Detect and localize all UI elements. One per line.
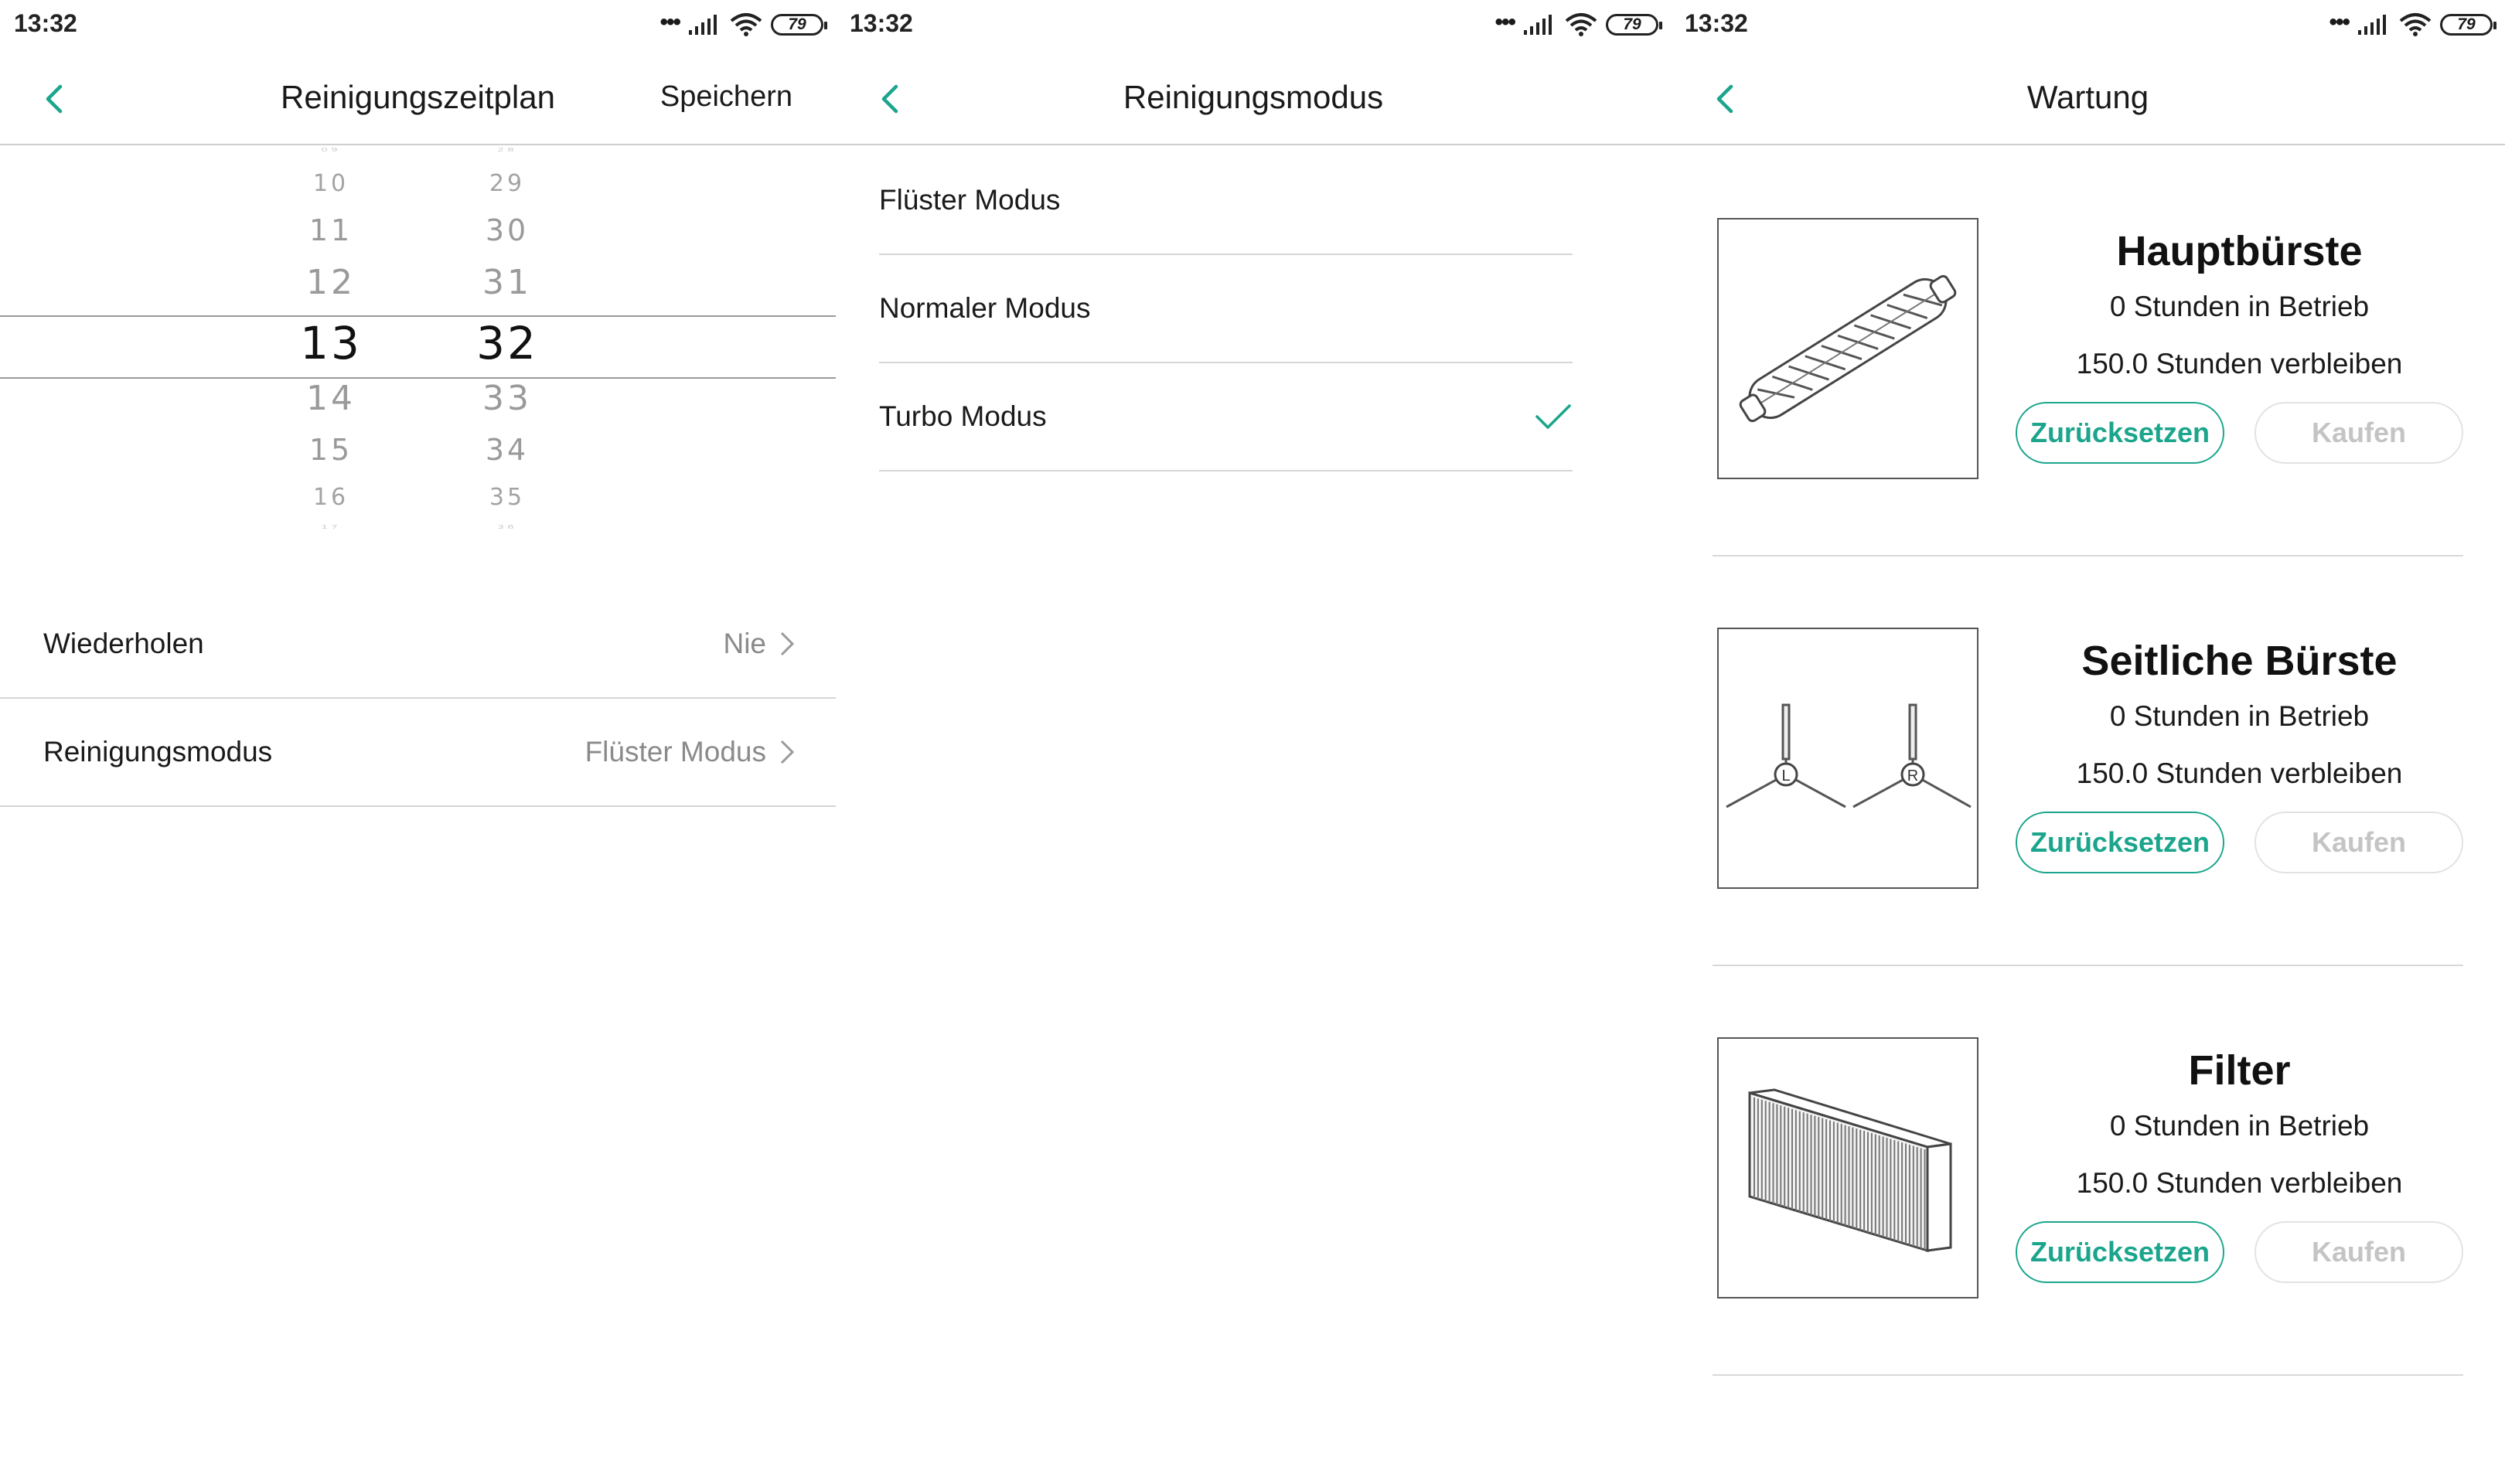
- selected-hour[interactable]: 13: [254, 317, 408, 369]
- picker-selection-top: [0, 315, 836, 317]
- mode-option-whisper[interactable]: Flüster Modus: [879, 147, 1573, 255]
- status-time: 13:32: [1685, 9, 1748, 37]
- more-dots-icon: •••: [1494, 9, 1515, 35]
- hours-remaining: 150.0 Stunden verbleiben: [2076, 348, 2403, 380]
- main-brush-icon: [1717, 218, 1978, 479]
- status-bar: 13:32 ••• 79: [836, 0, 1671, 51]
- mode-option-label: Flüster Modus: [879, 184, 1061, 216]
- mode-option-label: Normaler Modus: [879, 292, 1091, 324]
- side-brush-icon: L R: [1717, 628, 1978, 889]
- hour-option[interactable]: 11: [254, 213, 408, 247]
- checkmark-icon: [1535, 404, 1571, 429]
- signal-icon: [1524, 15, 1552, 35]
- buy-button[interactable]: Kaufen: [2254, 402, 2463, 464]
- cleaning-mode-label: Reinigungsmodus: [43, 736, 273, 768]
- picker-selection-bottom: [0, 377, 836, 379]
- chevron-right-icon: [780, 631, 795, 656]
- header: Wartung: [1671, 54, 2505, 145]
- signal-icon: [689, 15, 717, 35]
- minute-option[interactable]: 36: [430, 524, 584, 530]
- schedule-screen: 13:32 ••• 79 Reinigungszeitplan Speicher…: [0, 0, 836, 1484]
- hour-option[interactable]: 17: [254, 524, 408, 530]
- reset-button[interactable]: Zurücksetzen: [2016, 402, 2224, 464]
- cleaning-mode-row[interactable]: Reinigungsmodus Flüster Modus: [0, 699, 836, 807]
- status-time: 13:32: [850, 9, 913, 37]
- selected-minute[interactable]: 32: [430, 317, 584, 369]
- status-time: 13:32: [14, 9, 77, 37]
- hour-option[interactable]: 15: [254, 433, 408, 467]
- minute-option[interactable]: 31: [430, 263, 584, 302]
- battery-icon: 79: [771, 14, 827, 36]
- status-bar: 13:32 ••• 79: [0, 0, 836, 51]
- minute-option[interactable]: 29: [430, 170, 584, 197]
- hours-used: 0 Stunden in Betrieb: [2109, 1110, 2370, 1142]
- part-name: Seitliche Bürste: [2081, 638, 2398, 684]
- cleaning-mode-screen: 13:32 ••• 79 Reinigungsmodus Flüster Mod…: [836, 0, 1671, 1484]
- battery-icon: 79: [1606, 14, 1662, 36]
- side-brush-left-label: L: [1781, 768, 1790, 785]
- status-icons: ••• 79: [1494, 9, 1662, 39]
- minute-option[interactable]: 33: [430, 379, 584, 418]
- hour-option[interactable]: 16: [254, 484, 408, 511]
- page-title: Reinigungsmodus: [1123, 79, 1384, 115]
- maintenance-card-side-brush: L R Seitliche Bürste 0 Stunden in Betrie…: [1713, 556, 2463, 966]
- hours-remaining: 150.0 Stunden verbleiben: [2076, 757, 2403, 789]
- maintenance-card-main-brush: Hauptbürste 0 Stunden in Betrieb 150.0 S…: [1713, 147, 2463, 556]
- more-dots-icon: •••: [659, 9, 680, 35]
- hours-remaining: 150.0 Stunden verbleiben: [2076, 1167, 2403, 1199]
- repeat-value: Nie: [723, 628, 766, 659]
- minute-option[interactable]: 35: [430, 484, 584, 511]
- hours-used: 0 Stunden in Betrieb: [2109, 291, 2370, 322]
- filter-icon: [1717, 1037, 1978, 1298]
- status-bar: 13:32 ••• 79: [1671, 0, 2505, 51]
- reset-button[interactable]: Zurücksetzen: [2016, 1221, 2224, 1283]
- minute-option[interactable]: 28: [430, 147, 584, 153]
- repeat-row[interactable]: Wiederholen Nie: [0, 591, 836, 699]
- hour-option[interactable]: 14: [254, 379, 408, 418]
- battery-icon: 79: [2440, 14, 2496, 36]
- minute-option[interactable]: 34: [430, 433, 584, 467]
- wifi-icon: [1565, 13, 1597, 36]
- wifi-icon: [730, 13, 762, 36]
- hour-option[interactable]: 12: [254, 263, 408, 302]
- reset-button[interactable]: Zurücksetzen: [2016, 812, 2224, 873]
- page-title: Wartung: [2026, 79, 2149, 115]
- side-brush-right-label: R: [1907, 768, 1918, 785]
- save-button[interactable]: Speichern: [660, 80, 792, 114]
- hour-option[interactable]: 09: [254, 147, 408, 153]
- more-dots-icon: •••: [2329, 9, 2350, 35]
- hours-used: 0 Stunden in Betrieb: [2109, 700, 2370, 732]
- mode-option-normal[interactable]: Normaler Modus: [879, 255, 1573, 363]
- maintenance-screen: 13:32 ••• 79 Wartung Hauptbürste 0 Stund…: [1671, 0, 2505, 1484]
- repeat-label: Wiederholen: [43, 628, 204, 659]
- part-name: Hauptbürste: [2116, 228, 2363, 274]
- status-icons: ••• 79: [2329, 9, 2496, 39]
- header: Reinigungszeitplan Speichern: [0, 54, 836, 145]
- mode-option-label: Turbo Modus: [879, 400, 1047, 432]
- maintenance-card-filter: Filter 0 Stunden in Betrieb 150.0 Stunde…: [1713, 966, 2463, 1376]
- mode-option-turbo[interactable]: Turbo Modus: [879, 363, 1573, 471]
- wifi-icon: [2399, 13, 2432, 36]
- signal-icon: [2358, 15, 2386, 35]
- minute-option[interactable]: 30: [430, 213, 584, 247]
- header: Reinigungsmodus: [836, 54, 1671, 145]
- cleaning-mode-value: Flüster Modus: [584, 736, 766, 768]
- time-picker[interactable]: 09 10 11 12 13 14 15 16 17 28 29 30 31 32 33 34 35 36: [0, 147, 836, 549]
- status-icons: ••• 79: [659, 9, 827, 39]
- buy-button[interactable]: Kaufen: [2254, 812, 2463, 873]
- buy-button[interactable]: Kaufen: [2254, 1221, 2463, 1283]
- chevron-right-icon: [780, 740, 795, 764]
- hour-option[interactable]: 10: [254, 170, 408, 197]
- part-name: Filter: [2188, 1047, 2291, 1094]
